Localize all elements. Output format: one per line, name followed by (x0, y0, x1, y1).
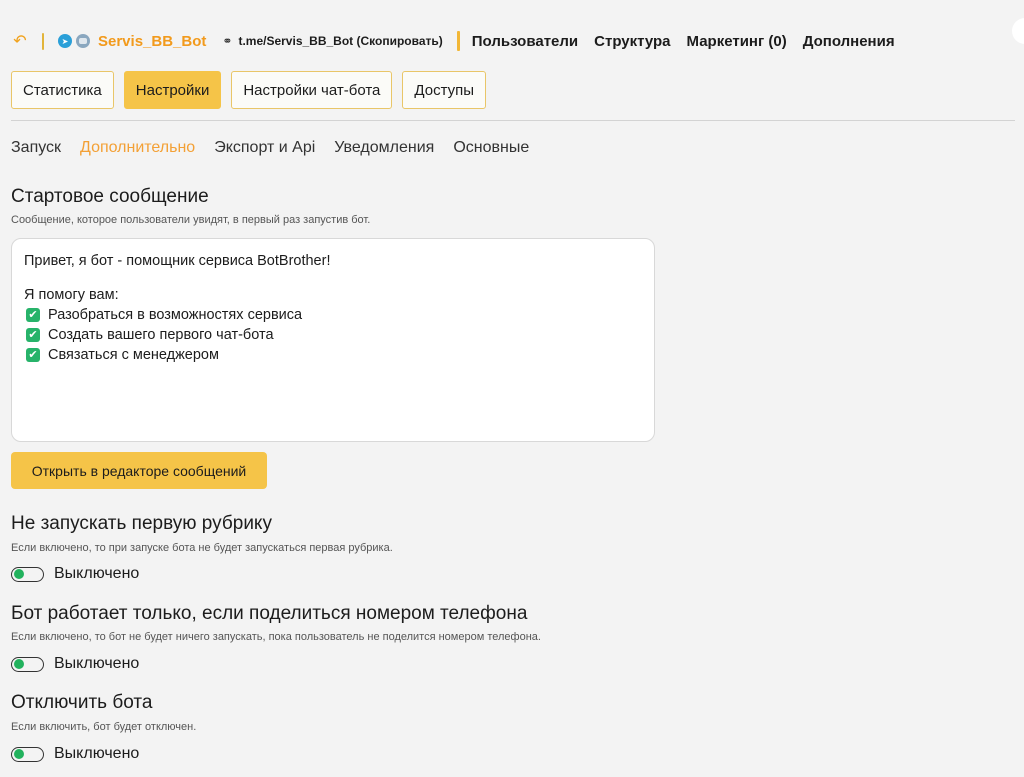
start-message-description: Сообщение, которое пользователи увидят, … (11, 214, 371, 226)
start-message-editor[interactable]: Привет, я бот - помощник сервиса BotBrot… (11, 238, 655, 442)
sub-tabs: Запуск Дополнительно Экспорт и Api Уведо… (11, 139, 529, 157)
start-message-title: Стартовое сообщение (11, 186, 209, 207)
subtab-launch[interactable]: Запуск (11, 139, 61, 157)
link-icon: ⚭ (222, 34, 233, 48)
setting-description: Если включено, то бот не будет ничего за… (11, 631, 541, 643)
toggle-state-label: Выключено (54, 565, 140, 582)
checklist-item: ✔ Создать вашего первого чат-бота (24, 325, 642, 345)
message-intro: Я помогу вам: (24, 287, 119, 303)
bot-link-copy[interactable]: t.me/Servis_BB_Bot (Скопировать) (238, 34, 442, 48)
checklist-text: Создать вашего первого чат-бота (48, 327, 274, 343)
back-arrow-icon[interactable]: ↶ (10, 31, 30, 51)
nav-marketing[interactable]: Маркетинг (0) (687, 33, 787, 50)
nav-structure[interactable]: Структура (594, 33, 670, 50)
setting-title-phone-required: Бот работает только, если поделиться ном… (11, 603, 528, 624)
subtab-main[interactable]: Основные (453, 139, 529, 157)
skip-first-rubric-toggle[interactable] (11, 566, 44, 582)
toggle-state-label: Выключено (54, 655, 140, 672)
setting-title-skip-first-rubric: Не запускать первую рубрику (11, 513, 272, 534)
check-icon: ✔ (26, 348, 40, 362)
telegram-icon: ➤ (58, 34, 72, 48)
disable-bot-toggle[interactable] (11, 746, 44, 762)
corner-button[interactable] (1012, 18, 1024, 44)
setting-toggle-row: Выключено (11, 655, 139, 673)
setting-toggle-row: Выключено (11, 745, 139, 763)
toggle-knob (14, 749, 24, 759)
bot-avatar (76, 34, 90, 48)
bot-name[interactable]: Servis_BB_Bot (98, 33, 206, 50)
tab-statistics[interactable]: Статистика (11, 71, 114, 109)
toggle-knob (14, 569, 24, 579)
main-tabs: Статистика Настройки Настройки чат-бота … (11, 71, 487, 109)
open-message-editor-button[interactable]: Открыть в редакторе сообщений (11, 452, 267, 489)
nav-users[interactable]: Пользователи (472, 33, 578, 50)
subtab-export-api[interactable]: Экспорт и Api (214, 139, 315, 157)
setting-description: Если включено, то при запуске бота не бу… (11, 542, 393, 554)
tabs-divider (11, 120, 1015, 121)
check-icon: ✔ (26, 328, 40, 342)
subtab-notifications[interactable]: Уведомления (334, 139, 434, 157)
setting-description: Если включить, бот будет отключен. (11, 721, 197, 733)
subtab-additional[interactable]: Дополнительно (80, 139, 195, 157)
checklist-item: ✔ Связаться с менеджером (24, 345, 642, 365)
toggle-knob (14, 659, 24, 669)
toggle-state-label: Выключено (54, 745, 140, 762)
header-divider (42, 32, 44, 50)
tab-settings[interactable]: Настройки (123, 71, 222, 109)
setting-title-disable-bot: Отключить бота (11, 692, 153, 713)
phone-required-toggle[interactable] (11, 656, 44, 672)
top-header: ↶ ➤ Servis_BB_Bot ⚭ t.me/Servis_BB_Bot (… (10, 28, 911, 54)
setting-toggle-row: Выключено (11, 565, 139, 583)
checklist-text: Связаться с менеджером (48, 347, 219, 363)
header-divider-accent (456, 31, 460, 51)
tab-chatbot-settings[interactable]: Настройки чат-бота (231, 71, 393, 109)
checklist-text: Разобраться в возможностях сервиса (48, 307, 303, 323)
check-icon: ✔ (26, 308, 40, 322)
tab-access[interactable]: Доступы (402, 71, 487, 109)
nav-addons[interactable]: Дополнения (803, 33, 895, 50)
checklist-item: ✔ Разобраться в возможностях сервиса (24, 305, 642, 325)
message-greeting: Привет, я бот - помощник сервиса BotBrot… (24, 253, 331, 269)
